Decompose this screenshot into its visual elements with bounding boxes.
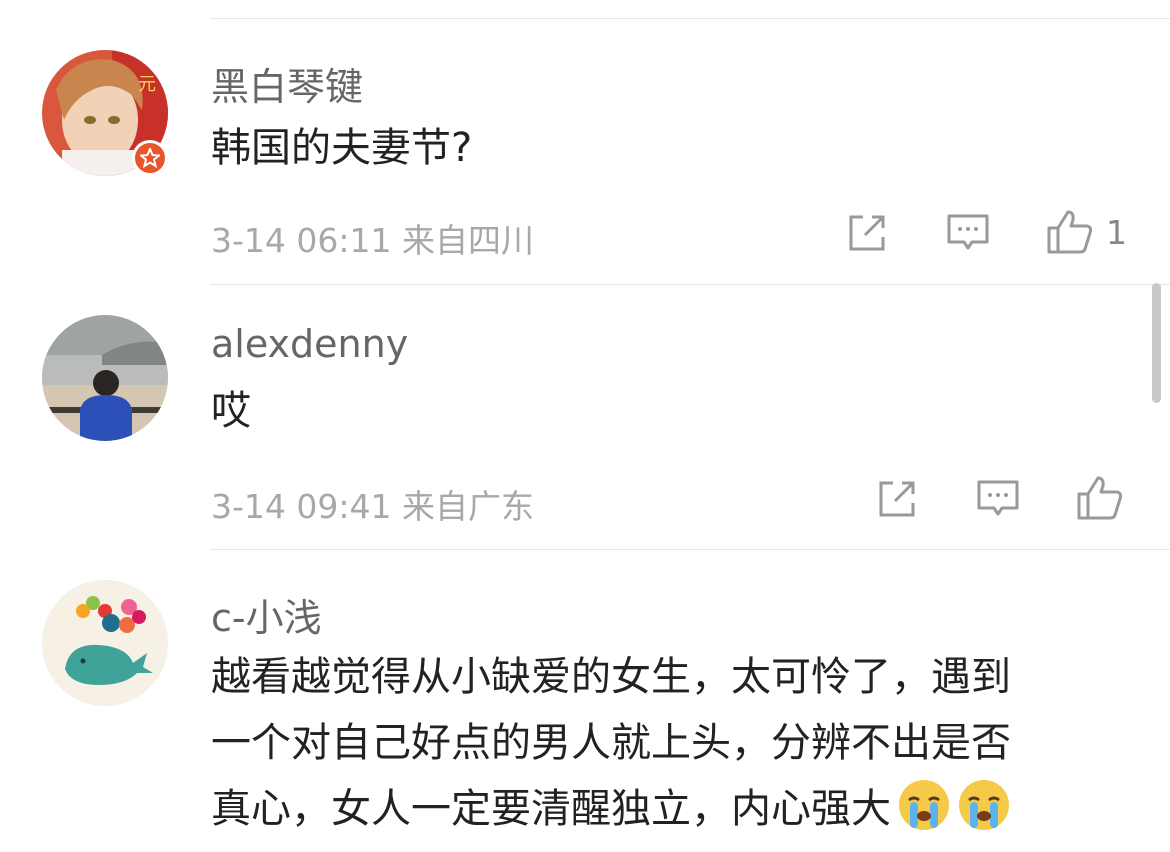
comment-time: 06:11 xyxy=(296,221,392,260)
comment-icon xyxy=(977,480,1019,516)
like-button[interactable]: 1 xyxy=(1046,208,1127,256)
comment-meta: 3-14 06:11 来自四川 xyxy=(211,214,534,262)
like-count: 1 xyxy=(1106,212,1127,252)
comment-username[interactable]: alexdenny xyxy=(211,322,408,366)
comment-text-line: 越看越觉得从小缺爱的女生，太可怜了，遇到 xyxy=(211,654,1011,700)
comment-text-line: 一个对自己好点的男人就上头，分辨不出是否 xyxy=(211,720,1011,766)
comment-item: 元 黑白琴键 韩国的夫妻节? 3-14 06:11 来自四川 1 xyxy=(0,0,1170,284)
comment-text-line: 真心，女人一定要清醒独立，内心强大 xyxy=(211,786,891,832)
comment-date: 3-14 xyxy=(211,221,286,260)
comment-username[interactable]: 黑白琴键 xyxy=(211,56,363,111)
crying-face-icon xyxy=(959,780,1009,830)
avatar[interactable] xyxy=(42,580,168,706)
comment-text: 韩国的夫妻节? xyxy=(211,125,473,171)
thumbs-up-icon xyxy=(1077,476,1123,520)
comment-location: 来自四川 xyxy=(402,221,535,260)
like-button[interactable] xyxy=(1076,474,1124,522)
comment-item: c-小浅 越看越觉得从小缺爱的女生，太可怜了，遇到 一个对自己好点的男人就上头，… xyxy=(0,549,1170,852)
comment-date: 3-14 xyxy=(211,487,286,526)
comment-time: 09:41 xyxy=(296,487,392,526)
crying-face-icon xyxy=(899,780,949,830)
comment-icon xyxy=(947,214,989,250)
star-badge-icon xyxy=(140,148,160,168)
comment-text: 哎 xyxy=(211,388,251,434)
scrollbar[interactable] xyxy=(1152,283,1161,403)
comment-location: 来自广东 xyxy=(402,487,535,526)
comment-meta: 3-14 09:41 来自广东 xyxy=(211,480,534,528)
comment-text-line-last: 真心，女人一定要清醒独立，内心强大 xyxy=(211,778,1011,841)
svg-text:元: 元 xyxy=(138,74,156,95)
comment-username[interactable]: c-小浅 xyxy=(211,587,322,642)
share-button[interactable] xyxy=(876,478,918,520)
comment-item: alexdenny 哎 3-14 09:41 来自广东 xyxy=(0,284,1170,550)
share-icon xyxy=(849,215,885,251)
avatar[interactable] xyxy=(42,315,168,441)
reply-button[interactable] xyxy=(976,478,1020,520)
thumbs-up-icon xyxy=(1047,210,1093,254)
reply-button[interactable] xyxy=(946,212,990,254)
verified-badge xyxy=(132,140,168,176)
share-icon xyxy=(879,481,915,517)
share-button[interactable] xyxy=(846,212,888,254)
